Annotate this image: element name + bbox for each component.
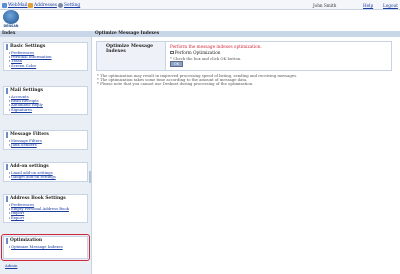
arrow-right-icon	[9, 56, 10, 59]
addresses-link[interactable]: Addresses	[28, 2, 57, 8]
link-label: Signatures	[11, 106, 32, 112]
form-description: Perform the message indexes optimization…	[170, 44, 262, 49]
arrow-right-icon	[9, 64, 10, 67]
admin-link[interactable]: Admin	[5, 263, 17, 268]
section-basic-settings: Basic Settings Preferences Personal Info…	[3, 42, 88, 71]
logo-emblem	[3, 10, 19, 24]
setting-label: Setting	[64, 2, 81, 8]
section-mail-settings: Mail Settings Accounts Read Receipts Aut…	[3, 86, 88, 115]
section-add-on-settings: Add-on settings Lmail add-on settings Ga…	[3, 162, 88, 183]
mail-icon	[2, 2, 7, 8]
link-label: Gadget add-on settings	[11, 174, 56, 180]
page-title: Optimize Message Indexes	[92, 31, 400, 37]
section-address-book-settings: Address Book Settings Preferences Empty …	[3, 194, 88, 223]
link-label: Junk Senders	[11, 142, 37, 148]
ok-button[interactable]: OK	[170, 61, 183, 67]
arrow-right-icon	[9, 246, 10, 249]
arrow-right-icon	[9, 104, 10, 107]
sidebar-item-signatures[interactable]: Signatures	[6, 106, 85, 112]
arrow-right-icon	[9, 108, 10, 111]
sidebar-item-junk-senders[interactable]: Junk Senders	[6, 142, 85, 148]
notes: * The optimization may result in improve…	[97, 73, 397, 87]
sidebar-item-gadget-add-on-settings[interactable]: Gadget add-on settings	[6, 174, 85, 180]
setting-link[interactable]: Setting	[58, 2, 80, 8]
address-book-icon	[28, 2, 33, 8]
top-bar: WebMail Addresses Setting John Smith Hel…	[0, 0, 400, 10]
perform-optimization-checkbox[interactable]	[170, 50, 174, 55]
arrow-right-icon	[9, 172, 10, 175]
addresses-label: Addresses	[34, 2, 57, 8]
webmail-label: WebMail	[8, 2, 28, 8]
section-message-filters: Message Filters Message Filters Junk Sen…	[3, 130, 88, 151]
sidebar-item-export[interactable]: Export	[6, 214, 85, 220]
checkbox-label: Perform Optimization	[174, 50, 221, 55]
arrow-right-icon	[9, 100, 10, 103]
sidebar-item-screen-color[interactable]: Screen Color	[6, 62, 85, 68]
link-label: Optimize Message Indexes	[11, 244, 63, 249]
link-label: Export	[11, 214, 24, 220]
arrow-right-icon	[9, 144, 10, 147]
perform-optimization-checkbox-row[interactable]: Perform Optimization	[170, 50, 220, 55]
arrow-right-icon	[9, 204, 10, 207]
gear-icon	[58, 2, 63, 8]
form-label: Optimize Message Indexes	[97, 42, 166, 70]
logout-link[interactable]: Logout	[383, 3, 398, 8]
link-label: Screen Color	[11, 62, 37, 68]
note-item: * Please note that you cannot use Deskne…	[97, 81, 254, 87]
arrow-right-icon	[9, 212, 10, 215]
logo-text: DENSAN	[3, 24, 19, 28]
sidebar-header: Index	[0, 31, 92, 37]
arrow-right-icon	[9, 176, 10, 179]
pane-splitter[interactable]	[89, 171, 91, 183]
section-optimization: Optimization Optimize Message Indexes	[3, 236, 88, 259]
sidebar-item-optimize-message-indexes[interactable]: Optimize Message Indexes	[6, 244, 85, 249]
help-link[interactable]: Help	[363, 3, 373, 8]
arrow-right-icon	[9, 140, 10, 143]
arrow-right-icon	[9, 208, 10, 211]
arrow-right-icon	[9, 96, 10, 99]
webmail-link[interactable]: WebMail	[2, 2, 28, 8]
user-name: John Smith	[313, 2, 337, 8]
arrow-right-icon	[9, 216, 10, 219]
arrow-right-icon	[9, 60, 10, 63]
app-logo[interactable]: DENSAN	[2, 10, 20, 30]
optimize-form: Optimize Message Indexes Perform the mes…	[96, 41, 392, 71]
arrow-right-icon	[9, 52, 10, 55]
